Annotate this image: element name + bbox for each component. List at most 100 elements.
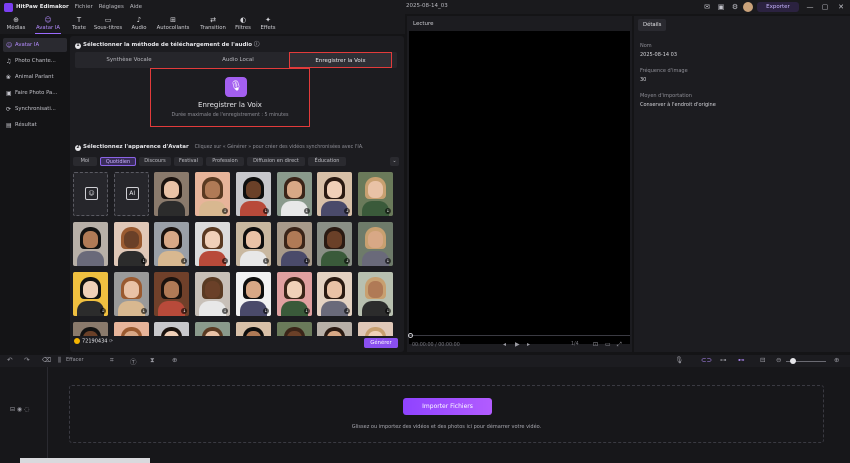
menu-help[interactable]: Aide	[130, 4, 142, 10]
sidebar-item-result[interactable]: ▤ Résultat	[3, 118, 67, 132]
tool-filters[interactable]: ◐ Filtres	[232, 16, 254, 31]
sidebar-item-talking-photo[interactable]: ▣ Faire Photo Pa...	[3, 86, 67, 100]
download-icon[interactable]: ↓	[303, 208, 310, 214]
avatar-tile[interactable]: ↓	[73, 272, 108, 316]
download-icon[interactable]: ↓	[181, 308, 188, 314]
avatar-tile[interactable]: ↓	[154, 272, 190, 316]
menu-file[interactable]: Fichier	[75, 4, 93, 10]
tool-media[interactable]: ⊕ Médias	[5, 16, 27, 31]
screenshot-icon[interactable]: ⊡	[593, 341, 598, 348]
avatar-tile[interactable]: ↓	[357, 272, 393, 316]
feedback-icon[interactable]: ✉	[702, 2, 712, 12]
download-icon[interactable]: ↓	[262, 308, 269, 314]
sidebar-item-singing-photo[interactable]: ♫ Photo Chante...	[3, 54, 67, 68]
tool-subtitles[interactable]: ▭ Sous-titres	[92, 16, 124, 31]
text-tool-icon[interactable]: Ⓣ	[130, 356, 137, 366]
download-icon[interactable]: ↓	[262, 258, 269, 264]
download-icon[interactable]: ↓	[384, 258, 391, 264]
avatar-tile[interactable]: ↓	[154, 222, 190, 266]
download-icon[interactable]: ↓	[140, 258, 147, 264]
ratio-icon[interactable]: ▭	[605, 341, 611, 348]
sidebar-item-avatar-ia[interactable]: ☺ Avatar IA	[3, 38, 67, 52]
track-lock-icon[interactable]: ⊟ ◉ ◌	[10, 406, 29, 413]
export-button[interactable]: Exporter	[757, 2, 799, 12]
link-icon[interactable]: ⊶	[720, 356, 727, 364]
tab-details[interactable]: Détails	[638, 19, 667, 31]
download-icon[interactable]: ↓	[344, 258, 351, 264]
next-frame-icon[interactable]: ▸	[527, 341, 530, 348]
download-icon[interactable]: ↓	[344, 308, 351, 314]
category-me[interactable]: Moi	[73, 157, 97, 166]
category-live[interactable]: Diffusion en direct	[247, 157, 305, 166]
mic-record-icon[interactable]: 🎙	[675, 356, 683, 364]
horizontal-scrollbar[interactable]	[20, 458, 150, 463]
avatar-tile[interactable]	[154, 172, 190, 216]
split-icon[interactable]: ⫼	[58, 356, 61, 365]
refresh-icon[interactable]: ⟳	[109, 339, 113, 345]
download-icon[interactable]: ↓	[384, 308, 391, 314]
tab-record-voice[interactable]: Enregistrer la Voix	[289, 52, 392, 68]
avatar-tile[interactable]: ↓	[195, 272, 231, 316]
avatar-tile[interactable]: ↓	[195, 172, 231, 216]
maximize-icon[interactable]: ▢	[820, 2, 830, 12]
trash-icon[interactable]: ⌫	[42, 356, 51, 364]
undo-icon[interactable]: ↶	[7, 356, 12, 364]
tool-audio[interactable]: ♪ Audio	[128, 16, 150, 31]
fit-icon[interactable]: ⊟	[760, 356, 765, 364]
avatar-tile[interactable]: ↓	[73, 322, 108, 336]
avatar-tile[interactable]: ↓	[235, 322, 271, 336]
tab-text-to-speech[interactable]: Synthèse Vocale	[75, 52, 183, 68]
fullscreen-icon[interactable]: ⤢	[617, 341, 622, 349]
download-icon[interactable]: ↓	[384, 208, 391, 214]
download-icon[interactable]: ↓	[262, 208, 269, 214]
sidebar-item-lipsync[interactable]: ⟳ Synchronisati...	[3, 102, 67, 116]
zoom-slider-handle[interactable]	[790, 358, 796, 364]
zoom-select[interactable]: 1/4	[571, 342, 579, 347]
generate-button[interactable]: Générer	[364, 338, 398, 348]
sidebar-item-talking-animal[interactable]: ❀ Animal Parlant	[3, 70, 67, 84]
download-icon[interactable]: ↓	[222, 258, 229, 264]
minimize-icon[interactable]: —	[805, 2, 815, 12]
magnet-icon[interactable]: ⊂⊃	[701, 356, 712, 364]
prev-frame-icon[interactable]: ◂	[503, 341, 506, 348]
zoom-out-icon[interactable]: ⊖	[776, 356, 781, 364]
avatar[interactable]	[743, 2, 753, 12]
menu-settings[interactable]: Réglages	[99, 4, 124, 10]
avatar-tile[interactable]: ↓	[357, 172, 393, 216]
preview-progress-track[interactable]	[409, 335, 630, 336]
freeze-icon[interactable]: ⊕	[172, 356, 177, 364]
settings-icon[interactable]: ⚙	[730, 2, 740, 12]
avatar-tile[interactable]: ↓	[276, 172, 312, 216]
tab-local-audio[interactable]: Audio Local	[185, 52, 291, 68]
speed-icon[interactable]: ⧗	[150, 356, 155, 365]
download-icon[interactable]: ↓	[222, 208, 229, 214]
avatar-tile[interactable]: ↓	[235, 272, 271, 316]
playhead-handle[interactable]	[408, 333, 413, 338]
import-files-button[interactable]: Importer Fichiers	[403, 398, 492, 415]
avatar-tile[interactable]: ↓	[154, 322, 190, 336]
avatar-tile[interactable]: ↓	[276, 322, 312, 336]
record-voice-area[interactable]: 🎙 Enregistrer la Voix Durée maximale de …	[150, 68, 310, 127]
tool-stickers[interactable]: ⊞ Autocollants	[154, 16, 192, 31]
info-icon[interactable]: ⓘ	[254, 42, 260, 48]
delete-button[interactable]: Effacer	[66, 357, 84, 363]
upload-avatar-tile[interactable]: ☺	[73, 172, 108, 216]
avatar-tile[interactable]: ↓	[195, 222, 231, 266]
avatar-tile[interactable]: ↓	[357, 222, 393, 266]
tool-text[interactable]: T Texte	[69, 16, 89, 31]
category-festival[interactable]: Festival	[174, 157, 203, 166]
avatar-tile[interactable]: ↓	[113, 222, 149, 266]
avatar-tile[interactable]: ↓	[195, 322, 231, 336]
tool-effects[interactable]: ✦ Effets	[257, 16, 279, 31]
snap-icon[interactable]: ⊷	[738, 356, 745, 364]
download-icon[interactable]: ↓	[100, 308, 106, 314]
avatar-tile[interactable]	[73, 222, 108, 266]
screen-icon[interactable]: ▣	[716, 2, 726, 12]
download-icon[interactable]: ↓	[344, 208, 351, 214]
avatar-tile[interactable]: ↓	[113, 272, 149, 316]
tool-avatar-ia[interactable]: ☺ Avatar IA	[33, 16, 63, 34]
download-icon[interactable]: ↓	[222, 308, 229, 314]
category-speech[interactable]: Discours	[139, 157, 171, 166]
avatar-tile[interactable]: ↓	[317, 172, 353, 216]
category-education[interactable]: Éducation	[308, 157, 346, 166]
